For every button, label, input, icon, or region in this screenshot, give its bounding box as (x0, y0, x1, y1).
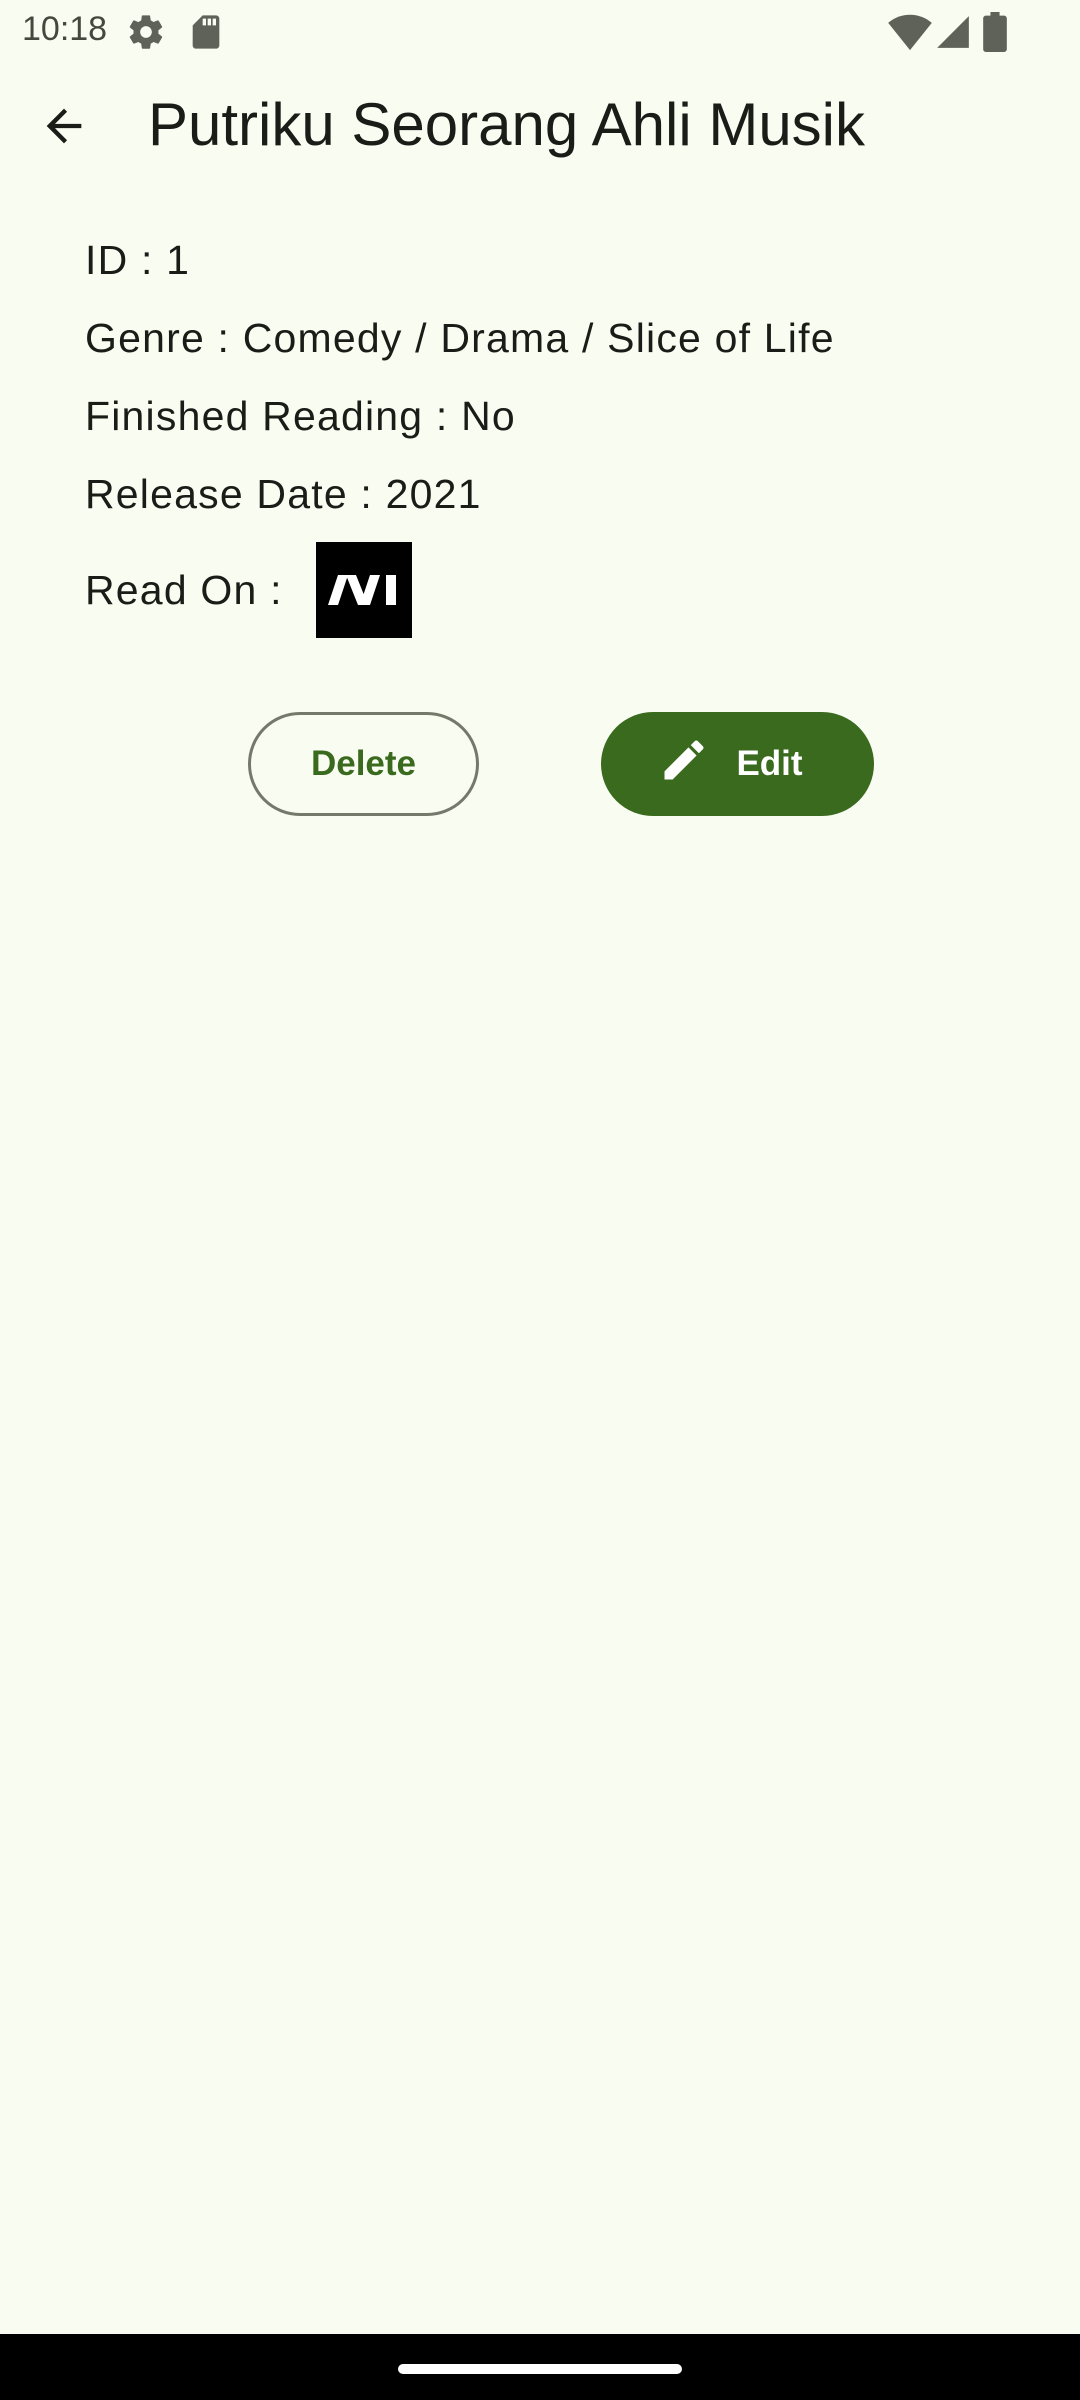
top-app-bar: Putriku Seorang Ahli Musik (0, 64, 1080, 192)
detail-release-date: Release Date : 2021 (85, 471, 482, 517)
detail-id: ID : 1 (85, 237, 191, 283)
arrow-back-icon (38, 100, 90, 157)
detail-finished-reading: Finished Reading : No (85, 393, 516, 439)
detail-genre: Genre : Comedy / Drama / Slice of Life (85, 315, 835, 361)
page-title: Putriku Seorang Ahli Musik (148, 91, 866, 158)
edit-button[interactable]: Edit (601, 712, 874, 816)
settings-gear-icon (126, 12, 166, 57)
wifi-icon (888, 12, 932, 57)
read-on-row: Read On : (85, 542, 412, 638)
cellular-signal-icon (934, 12, 972, 57)
delete-button[interactable]: Delete (248, 712, 479, 816)
sd-card-icon (186, 12, 226, 57)
status-time: 10:18 (22, 10, 108, 48)
battery-icon (982, 12, 1008, 57)
edit-button-label: Edit (736, 744, 803, 783)
back-button[interactable] (22, 86, 106, 170)
read-on-label: Read On : (85, 566, 283, 613)
home-indicator[interactable] (398, 2364, 682, 2374)
pencil-icon (658, 734, 710, 795)
detail-list: ID : 1 Genre : Comedy / Drama / Slice of… (85, 228, 835, 540)
platform-logo-icon[interactable] (316, 542, 412, 638)
status-bar: 10:18 (0, 0, 1080, 64)
navigation-bar (0, 2334, 1080, 2400)
